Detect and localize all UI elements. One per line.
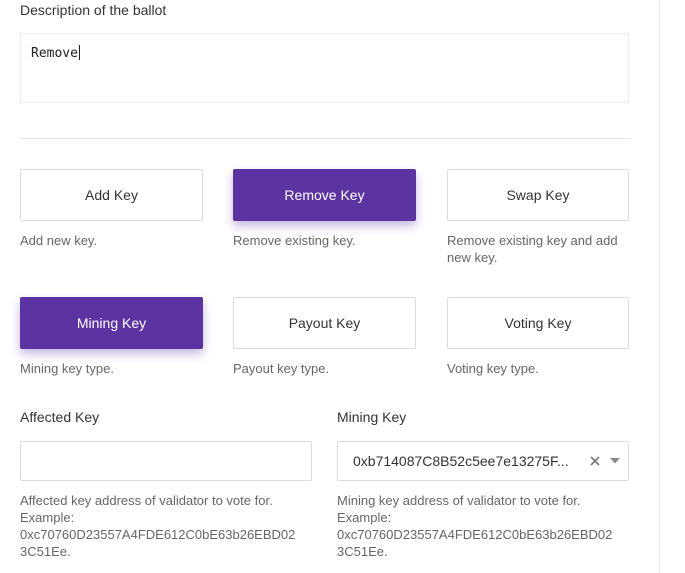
text-caret <box>78 45 80 60</box>
mining-key-select[interactable]: 0xb714087C8B52c5ee7e13275F... <box>337 441 629 481</box>
payout-key-type-hint: Payout key type. <box>233 361 330 376</box>
chevron-down-icon[interactable] <box>607 453 623 469</box>
description-text: Remove <box>31 46 78 61</box>
right-divider <box>659 0 660 573</box>
add-key-button-label: Add Key <box>85 187 138 203</box>
mining-key-hint: Mining key address of validator to vote … <box>337 492 612 560</box>
ballot-form: Description of the ballot Remove Add Key… <box>0 0 685 573</box>
voting-key-button[interactable]: Voting Key <box>447 297 629 349</box>
mining-key-label: Mining Key <box>337 409 407 425</box>
voting-key-button-label: Voting Key <box>504 315 572 331</box>
affected-key-hint-line1: Affected key address of validator to vot… <box>20 493 273 508</box>
mining-key-type-hint: Mining key type. <box>20 361 114 376</box>
affected-key-hint-line2: Example: <box>20 510 75 525</box>
payout-key-button-label: Payout Key <box>288 315 361 331</box>
add-key-button[interactable]: Add Key <box>20 169 203 221</box>
swap-key-hint-line1: Remove existing key and add <box>447 233 618 248</box>
mining-key-hint-line1: Mining key address of validator to vote … <box>337 493 581 508</box>
swap-key-hint: Remove existing key and add new key. <box>447 232 618 266</box>
swap-key-button[interactable]: Swap Key <box>447 169 629 221</box>
affected-key-label: Affected Key <box>20 409 100 425</box>
affected-key-hint-line4: 3C51Ee. <box>20 544 71 559</box>
affected-key-input[interactable] <box>20 441 312 481</box>
mining-key-button-label: Mining Key <box>76 315 147 331</box>
swap-key-hint-line2: new key. <box>447 250 498 265</box>
swap-key-button-label: Swap Key <box>506 187 570 203</box>
mining-key-hint-line2: Example: <box>337 510 392 525</box>
description-label: Description of the ballot <box>20 2 167 18</box>
mining-key-button[interactable]: Mining Key <box>20 297 203 349</box>
remove-key-hint: Remove existing key. <box>233 233 356 248</box>
mining-key-hint-line3: 0xc70760D23557A4FDE612C0bE63b26EBD02 <box>337 527 613 542</box>
add-key-hint: Add new key. <box>20 233 98 248</box>
remove-key-button-label: Remove Key <box>284 187 365 203</box>
mining-key-selected-value: 0xb714087C8B52c5ee7e13275F... <box>353 453 569 469</box>
section-divider <box>20 138 630 139</box>
close-icon[interactable] <box>587 453 603 469</box>
voting-key-type-hint: Voting key type. <box>447 361 539 376</box>
description-textarea[interactable]: Remove <box>20 33 629 103</box>
payout-key-button[interactable]: Payout Key <box>233 297 416 349</box>
affected-key-hint: Affected key address of validator to vot… <box>20 492 295 560</box>
affected-key-hint-line3: 0xc70760D23557A4FDE612C0bE63b26EBD02 <box>20 527 296 542</box>
mining-key-hint-line4: 3C51Ee. <box>337 544 388 559</box>
remove-key-button[interactable]: Remove Key <box>233 169 416 221</box>
